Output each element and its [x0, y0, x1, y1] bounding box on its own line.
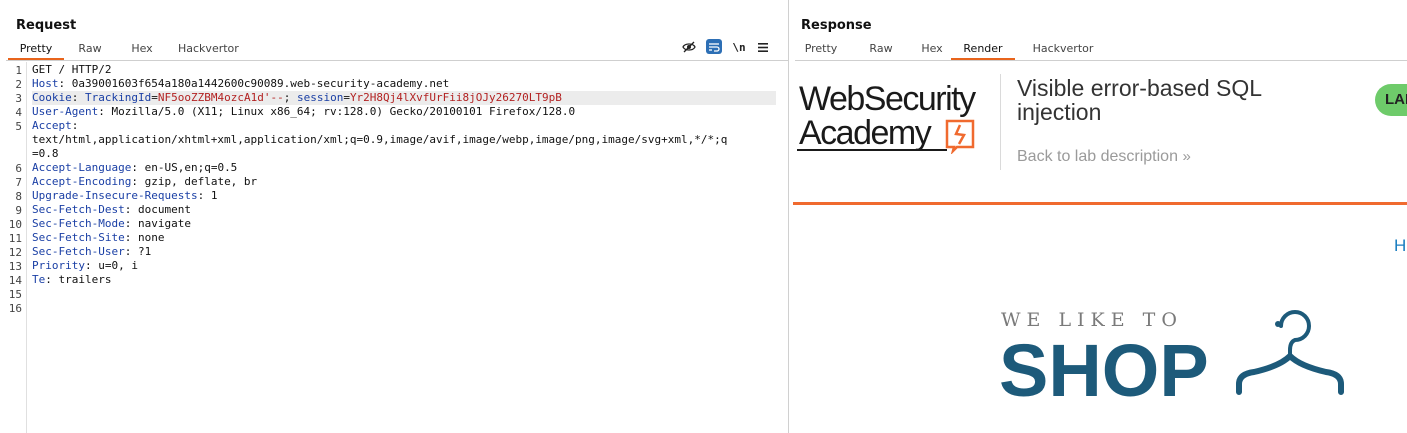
header-line: Accept-Language: en-US,en;q=0.5	[32, 161, 238, 174]
hamburger-menu-icon[interactable]	[754, 38, 772, 56]
line-number: 4	[15, 106, 22, 119]
request-line: GET / HTTP/2	[32, 63, 112, 76]
header-name: Sec-Fetch-Dest	[32, 203, 125, 216]
line-number: 14	[8, 274, 22, 287]
header-line: Upgrade-Insecure-Requests: 1	[32, 189, 218, 202]
line-number-gutter: 1 2 3 4 5 6 7 8 9 10 11 12 13 14 15 16	[4, 62, 27, 433]
tab-pretty[interactable]: Pretty	[801, 41, 841, 60]
lab-title: Visible error-based SQL injection	[1017, 75, 1262, 125]
wrap-lines-icon[interactable]	[706, 39, 722, 54]
line-number: 10	[8, 218, 22, 231]
header-name: Cookie	[32, 91, 72, 104]
request-title: Request	[16, 18, 77, 33]
header-value: document	[137, 203, 191, 216]
response-pane: Response Pretty Raw Hex Render Hackverto…	[789, 0, 1407, 433]
newline-toggle[interactable]: \n	[730, 38, 748, 56]
tab-hex[interactable]: Hex	[918, 41, 946, 60]
tab-render[interactable]: Render	[951, 41, 1015, 60]
header-line: Sec-Fetch-Site: none	[32, 231, 165, 244]
request-tabs: Pretty Raw Hex Hackvertor	[6, 40, 788, 61]
line-number: 15	[8, 288, 22, 301]
line-number: 8	[15, 190, 22, 203]
header-value: u=0, i	[98, 259, 138, 272]
header-value-wrapped: text/html,application/xhtml+xml,applicat…	[32, 133, 728, 146]
header-name: Upgrade-Insecure-Requests	[32, 189, 198, 202]
lab-status-badge: LAB	[1375, 84, 1407, 116]
header-name: Sec-Fetch-Mode	[32, 217, 125, 230]
back-to-lab-link[interactable]: Back to lab description »	[1017, 148, 1191, 166]
line-number: 2	[15, 78, 22, 91]
header-name: Accept-Encoding	[32, 175, 132, 188]
logo-line2: Academy	[799, 114, 932, 152]
header-line: Priority: u=0, i	[32, 259, 138, 272]
response-tabs: Pretty Raw Hex Render Hackvertor	[795, 40, 1407, 61]
tab-raw[interactable]: Raw	[74, 41, 106, 60]
line-number: 1	[15, 64, 22, 77]
line-number: 5	[15, 120, 22, 133]
header-value: 1	[210, 189, 218, 202]
header-line: Sec-Fetch-Dest: document	[32, 203, 191, 216]
header-line: Accept-Encoding: gzip, deflate, br	[32, 175, 258, 188]
header-name: Accept	[32, 119, 72, 132]
header-divider	[1000, 74, 1001, 170]
tab-pretty[interactable]: Pretty	[8, 41, 64, 60]
eye-off-icon[interactable]	[680, 38, 698, 56]
header-value: trailers	[58, 273, 112, 286]
line-number: 13	[8, 260, 22, 273]
header-line: Te: trailers	[32, 273, 112, 286]
header-value: Mozilla/5.0 (X11; Linux x86_64; rv:128.0…	[111, 105, 576, 118]
header-line: Host: 0a39001603f654a180a1442600c90089.w…	[32, 77, 450, 90]
logo-line1: WebSecurity	[799, 80, 976, 118]
header-line: User-Agent: Mozilla/5.0 (X11; Linux x86_…	[32, 105, 576, 118]
header-name: Host	[32, 77, 59, 90]
home-link[interactable]: Home	[1394, 236, 1407, 256]
header-name: User-Agent	[32, 105, 99, 118]
header-value: navigate	[137, 217, 191, 230]
render-view: WebSecurity Academy Visible error-based …	[793, 62, 1407, 433]
line-number: 12	[8, 246, 22, 259]
header-line: Accept:	[32, 119, 79, 132]
header-name: Sec-Fetch-Site	[32, 231, 125, 244]
header-name: Sec-Fetch-User	[32, 245, 125, 258]
cookie-value: Yr2H8Qj4lXvfUrFii8jOJy26270LT9pB	[349, 91, 562, 104]
response-title: Response	[801, 18, 872, 33]
header-name: Accept-Language	[32, 161, 132, 174]
tab-hackvertor[interactable]: Hackvertor	[178, 41, 239, 60]
header-value: gzip, deflate, br	[144, 175, 258, 188]
back-link-label: Back to lab description	[1017, 148, 1178, 165]
line-number: 6	[15, 162, 22, 175]
shop-word: SHOP	[999, 329, 1209, 404]
we-like-to-shop-logo: WE LIKE TO SHOP	[999, 309, 1344, 404]
tab-hex[interactable]: Hex	[128, 41, 156, 60]
web-security-academy-logo[interactable]: WebSecurity Academy	[797, 80, 997, 154]
chevrons-right-icon: »	[1182, 148, 1191, 165]
header-value-wrapped: =0.8	[32, 147, 59, 160]
clothes-hanger-icon	[1236, 310, 1344, 395]
line-number: 11	[8, 232, 22, 245]
line-number: 16	[8, 302, 22, 315]
request-toolbar: \n	[680, 38, 776, 56]
line-number: 7	[15, 176, 22, 189]
cookie-line: Cookie: TrackingId=NF5ooZZBM4ozcA1d'--; …	[32, 91, 776, 105]
header-value: none	[137, 231, 165, 244]
line-number: 3	[15, 92, 22, 105]
cookie-name: session	[296, 91, 344, 104]
header-value: 0a39001603f654a180a1442600c90089.web-sec…	[71, 77, 450, 90]
header-rule	[793, 202, 1407, 205]
header-line: Sec-Fetch-User: ?1	[32, 245, 152, 258]
header-name: Te	[32, 273, 46, 286]
tab-raw[interactable]: Raw	[865, 41, 897, 60]
tab-hackvertor[interactable]: Hackvertor	[1028, 41, 1098, 60]
cookie-name: TrackingId	[85, 91, 152, 104]
header-name: Priority	[32, 259, 85, 272]
shop-tagline: WE LIKE TO	[1001, 309, 1183, 331]
header-line: Sec-Fetch-Mode: navigate	[32, 217, 191, 230]
header-value: en-US,en;q=0.5	[144, 161, 238, 174]
line-number: 9	[15, 204, 22, 217]
request-pane: Request Pretty Raw Hex Hackvertor \n 1 2…	[0, 0, 789, 433]
cookie-value: NF5ooZZBM4ozcA1d'--	[157, 91, 284, 104]
header-value: ?1	[137, 245, 152, 258]
